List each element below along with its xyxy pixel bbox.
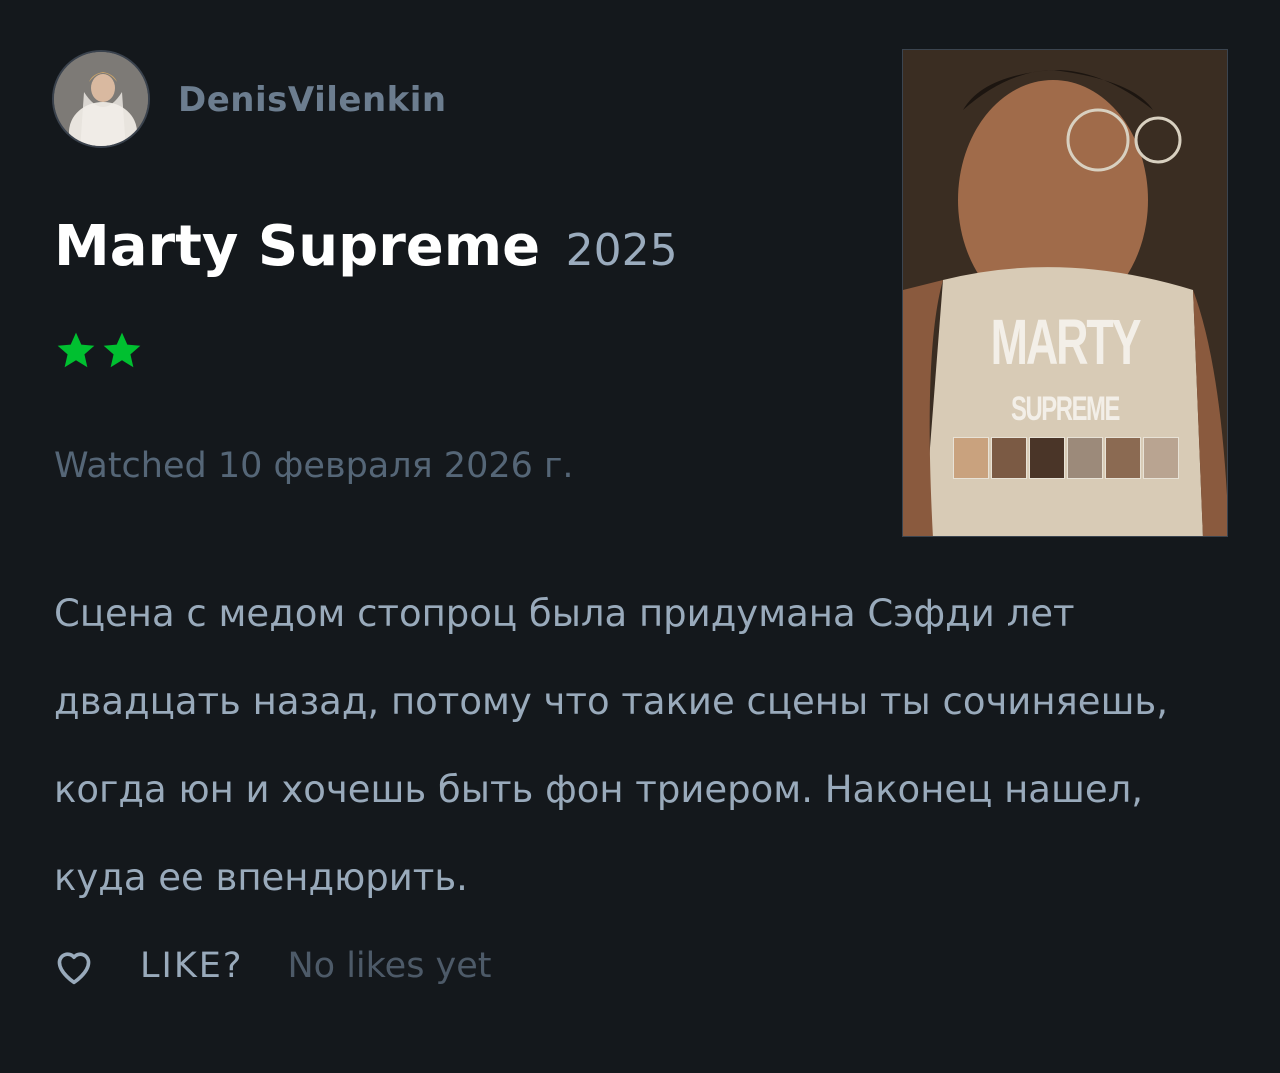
film-poster[interactable]: MARTY SUPREME (902, 49, 1228, 537)
cast-photo (1067, 437, 1103, 479)
star-icon (57, 332, 95, 368)
cast-photo (1143, 437, 1179, 479)
like-row: LIKE? No likes yet (52, 946, 492, 986)
heart-icon[interactable] (52, 946, 96, 986)
username[interactable]: DenisVilenkin (178, 80, 447, 120)
cast-photo (1029, 437, 1065, 479)
review-line: куда ее впендюрить. (54, 856, 468, 899)
review-line: Сцена с медом стопроц была придумана Сэф… (54, 592, 1075, 635)
watched-date: Watched 10 февраля 2026 г. (54, 446, 574, 486)
cast-photo (1105, 437, 1141, 479)
star-icon (103, 332, 141, 368)
review-line: когда юн и хочешь быть фон триером. Нако… (54, 768, 1143, 811)
cast-photo (991, 437, 1027, 479)
like-button[interactable]: LIKE? (140, 946, 243, 986)
poster-title: MARTY (990, 306, 1142, 378)
cast-photo (953, 437, 989, 479)
star-rating (54, 328, 144, 372)
film-year[interactable]: 2025 (566, 225, 678, 276)
film-title-text[interactable]: Marty Supreme (54, 214, 540, 279)
avatar-portrait (54, 52, 148, 146)
poster-cast-strip (953, 437, 1179, 479)
review-line: двадцать назад, потому что такие сцены т… (54, 680, 1168, 723)
likes-count: No likes yet (287, 946, 492, 986)
poster-subtitle: SUPREME (1011, 390, 1120, 428)
user-avatar[interactable] (52, 50, 150, 148)
film-title[interactable]: Marty Supreme 2025 (54, 214, 678, 279)
review-body: Сцена с медом стопроц была придумана Сэф… (54, 570, 1234, 922)
